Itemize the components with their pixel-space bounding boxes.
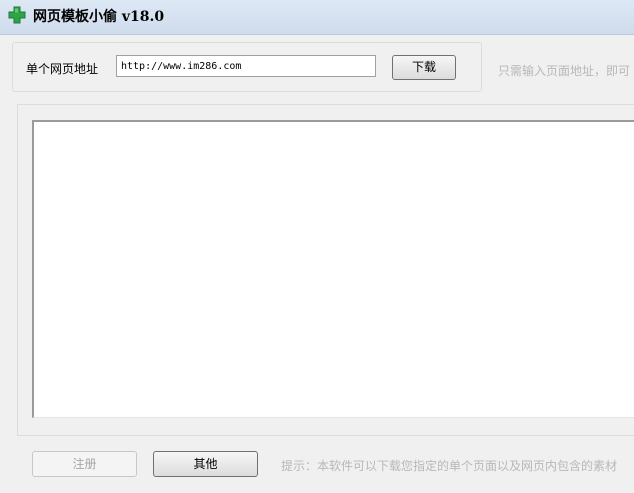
register-button: 注册 [32, 451, 137, 477]
url-label: 单个网页地址 [26, 62, 99, 76]
title-bar[interactable]: 网页模板小偷 v18.0 [0, 0, 634, 35]
url-hint-text: 只需输入页面地址，即可 [498, 64, 631, 78]
window-title: 网页模板小偷 v18.0 [33, 9, 165, 25]
download-button[interactable]: 下载 [392, 55, 456, 80]
content-textarea[interactable] [32, 120, 634, 418]
url-input[interactable] [116, 55, 376, 77]
green-cross-icon [8, 6, 26, 24]
footer-hint-text: 提示：本软件可以下载您指定的单个页面以及网页内包含的素材 [281, 459, 618, 473]
other-button[interactable]: 其他 [153, 451, 258, 477]
